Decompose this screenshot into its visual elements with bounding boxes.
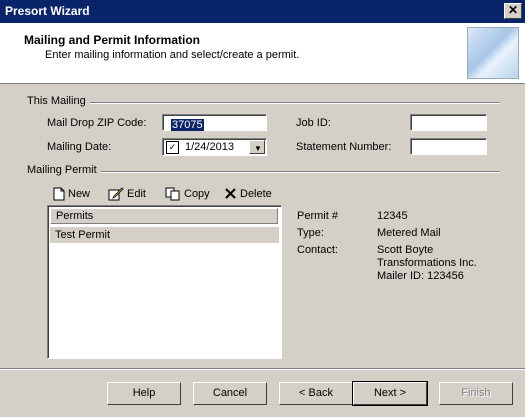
window-title: Presort Wizard bbox=[5, 4, 90, 18]
copy-permit-button[interactable]: Copy bbox=[165, 187, 210, 201]
title-bar: Presort Wizard ✕ bbox=[0, 0, 525, 23]
permit-number-value: 12345 bbox=[377, 210, 408, 222]
job-id-input[interactable] bbox=[410, 114, 487, 131]
permits-column-header[interactable]: Permits bbox=[50, 208, 278, 224]
zip-value: 37075 bbox=[171, 119, 204, 131]
zip-label: Mail Drop ZIP Code: bbox=[47, 117, 147, 129]
date-dropdown-button[interactable]: ▼ bbox=[249, 140, 265, 154]
contact-name: Scott Boyte bbox=[377, 244, 434, 256]
mailing-date-label: Mailing Date: bbox=[47, 141, 112, 153]
contact-company: Transformations Inc. bbox=[377, 257, 477, 269]
edit-label: Edit bbox=[127, 188, 146, 200]
new-permit-button[interactable]: New bbox=[53, 187, 90, 201]
permit-number-label: Permit # bbox=[297, 210, 338, 222]
statement-number-input[interactable] bbox=[410, 138, 487, 155]
statement-number-label: Statement Number: bbox=[296, 141, 392, 153]
new-document-icon bbox=[53, 187, 65, 201]
back-button[interactable]: < Back bbox=[279, 382, 353, 405]
close-button[interactable]: ✕ bbox=[504, 3, 522, 19]
this-mailing-divider bbox=[28, 102, 500, 104]
finish-button[interactable]: Finish bbox=[439, 382, 513, 405]
footer-divider bbox=[0, 368, 525, 370]
new-label: New bbox=[68, 188, 91, 200]
contact-mailer-id: Mailer ID: 123456 bbox=[377, 270, 464, 282]
edit-icon bbox=[108, 187, 124, 201]
edit-permit-button[interactable]: Edit bbox=[108, 187, 146, 201]
wizard-logo-icon bbox=[467, 27, 519, 79]
next-button[interactable]: Next > bbox=[352, 381, 428, 406]
delete-x-icon bbox=[225, 188, 236, 199]
job-id-label: Job ID: bbox=[296, 117, 331, 129]
mailing-permit-label: Mailing Permit bbox=[27, 164, 101, 176]
delete-permit-button[interactable]: Delete bbox=[224, 187, 272, 200]
mailing-date-value: 1/24/2013 bbox=[185, 141, 234, 153]
copy-label: Copy bbox=[184, 188, 210, 200]
permit-row[interactable]: Test Permit bbox=[50, 227, 279, 243]
close-icon: ✕ bbox=[507, 3, 519, 17]
permit-type-value: Metered Mail bbox=[377, 227, 441, 239]
zip-input[interactable]: 37075 bbox=[162, 114, 267, 131]
this-mailing-label: This Mailing bbox=[27, 95, 90, 107]
permit-type-label: Type: bbox=[297, 227, 324, 239]
copy-icon bbox=[165, 187, 180, 201]
help-button[interactable]: Help bbox=[107, 382, 181, 405]
page-title: Mailing and Permit Information bbox=[24, 33, 201, 47]
date-checkbox[interactable]: ✓ bbox=[166, 141, 179, 154]
delete-label: Delete bbox=[240, 187, 272, 200]
wizard-header: Mailing and Permit Information Enter mai… bbox=[0, 23, 525, 84]
cancel-button[interactable]: Cancel bbox=[193, 382, 267, 405]
mailing-date-picker[interactable]: ✓ 1/24/2013 ▼ bbox=[162, 138, 267, 156]
chevron-down-icon: ▼ bbox=[254, 144, 262, 153]
contact-label: Contact: bbox=[297, 244, 338, 256]
page-subtitle: Enter mailing information and select/cre… bbox=[45, 49, 300, 61]
permits-list[interactable]: Permits Test Permit bbox=[47, 205, 282, 359]
